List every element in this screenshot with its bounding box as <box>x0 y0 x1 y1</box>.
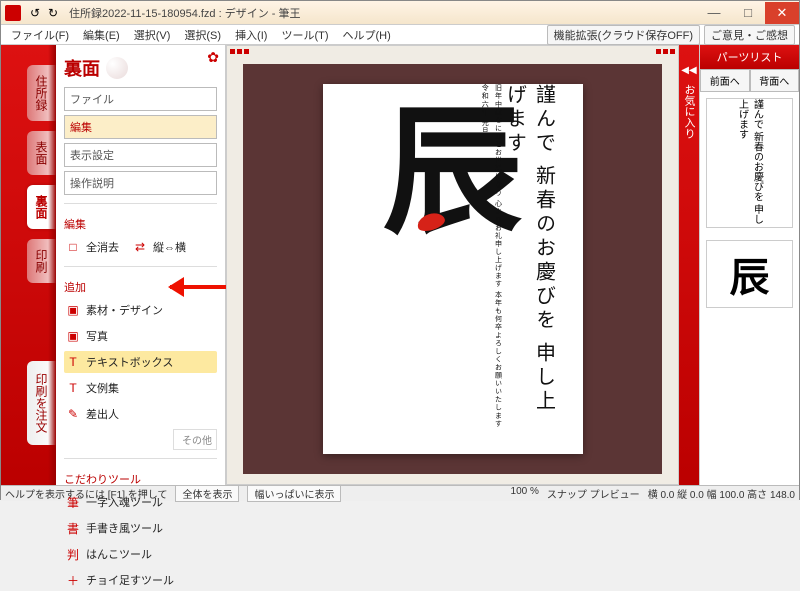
section-add: 追加 <box>64 279 217 295</box>
panel-box-help[interactable]: 操作説明 <box>64 171 217 195</box>
sub-text[interactable]: 旧年中はなにかとお世話になり 心よりお礼申し上げます 本年も何卒よろしくお願いい… <box>478 84 505 430</box>
gear-icon[interactable]: ✿ <box>207 49 219 66</box>
orientation-button[interactable]: ⇄縦⇔横 <box>131 236 188 258</box>
section-edit: 編集 <box>64 216 217 232</box>
trash-icon: □ <box>66 240 80 254</box>
menu-select[interactable]: 選択(S) <box>178 25 227 45</box>
canvas[interactable]: 辰 謹んで 新春のお慶びを 申し上げます 旧年中はなにかとお世話になり 心よりお… <box>243 64 662 474</box>
main-area: 住所録 表面 裏面 印刷 印刷を注文 ✿ 裏面 ファイル 編集 表示設定 操作説… <box>1 45 799 485</box>
undo-icon[interactable]: ↺ <box>27 5 43 21</box>
tool-ichiji[interactable]: 筆一字入魂ツール <box>64 491 217 513</box>
feedback-button[interactable]: ご意見・ご感想 <box>704 25 795 45</box>
sender-icon: ✎ <box>66 407 80 421</box>
quick-access: ↺ ↻ <box>27 5 61 21</box>
postcard[interactable]: 辰 謹んで 新春のお慶びを 申し上げます 旧年中はなにかとお世話になり 心よりお… <box>323 84 583 454</box>
canvas-area: 辰 謹んで 新春のお慶びを 申し上げます 旧年中はなにかとお世話になり 心よりお… <box>226 45 679 485</box>
parts-thumb-2[interactable]: 辰 <box>706 240 793 308</box>
minimize-button[interactable]: — <box>697 2 731 24</box>
menu-tool[interactable]: ツール(T) <box>275 25 334 45</box>
panel-box-edit[interactable]: 編集 <box>64 115 217 139</box>
close-button[interactable]: ✕ <box>765 2 799 24</box>
view-fit-width[interactable]: 幅いっぱいに表示 <box>247 485 341 502</box>
more-button[interactable]: その他 <box>173 429 217 450</box>
panel-box-display[interactable]: 表示設定 <box>64 143 217 167</box>
parts-thumb-1[interactable]: 謹んで 新春のお慶びを 申し上げます <box>706 98 793 228</box>
textbox-icon: T <box>66 355 80 369</box>
ext-button[interactable]: 機能拡張(クラウド保存OFF) <box>547 25 700 45</box>
bring-front-button[interactable]: 前面へ <box>700 69 750 92</box>
menu-bar: ファイル(F) 編集(E) 選択(V) 選択(S) 挿入(I) ツール(T) ヘ… <box>1 25 799 45</box>
panel-box-file[interactable]: ファイル <box>64 87 217 111</box>
maximize-button[interactable]: □ <box>731 2 765 24</box>
tab-front[interactable]: 表面 <box>27 131 56 175</box>
menu-edit[interactable]: 編集(E) <box>77 25 126 45</box>
greeting-text[interactable]: 謹んで 新春のお慶びを 申し上げます <box>501 84 559 430</box>
favorites-label: お気に入り <box>681 84 697 139</box>
menu-insert[interactable]: 挿入(I) <box>229 25 273 45</box>
coords-label: 横 0.0 縦 0.0 幅 100.0 高さ 148.0 <box>648 486 795 501</box>
menu-help[interactable]: ヘルプ(H) <box>337 25 397 45</box>
zoom-value: 100 % <box>511 486 539 501</box>
clear-all-button[interactable]: □全消去 <box>64 236 121 258</box>
tab-back[interactable]: 裏面 <box>27 185 56 229</box>
swap-icon: ⇄ <box>133 240 147 254</box>
left-panel: ✿ 裏面 ファイル 編集 表示設定 操作説明 編集 □全消去 ⇄縦⇔横 追加 ▣… <box>56 45 226 485</box>
mode-label: スナップ プレビュー <box>547 486 640 501</box>
chevron-left-icon[interactable]: ◀◀ <box>681 65 696 76</box>
section-tools: こだわりツール <box>64 471 217 487</box>
window-title: 住所録2022-11-15-180954.fzd : デザイン - 筆王 <box>69 5 301 21</box>
flower-icon <box>106 57 128 79</box>
parts-header: パーツリスト <box>700 45 799 69</box>
panel-title: 裏面 <box>64 55 217 81</box>
tab-print[interactable]: 印刷 <box>27 239 56 283</box>
order-print-button[interactable]: 印刷を注文 <box>27 361 56 445</box>
parts-panel: パーツリスト 前面へ 背面へ 謹んで 新春のお慶びを 申し上げます 辰 <box>699 45 799 485</box>
photo-icon: ▣ <box>66 329 80 343</box>
send-back-button[interactable]: 背面へ <box>750 69 800 92</box>
redo-icon[interactable]: ↻ <box>45 5 61 21</box>
phrase-icon: T <box>66 381 80 395</box>
favorites-strip[interactable]: ◀◀ お気に入り <box>679 45 699 485</box>
add-material[interactable]: ▣素材・デザイン <box>64 299 217 321</box>
app-icon <box>5 5 21 21</box>
menu-file[interactable]: ファイル(F) <box>5 25 75 45</box>
stamp-icon: 判 <box>66 547 80 561</box>
hand-icon: 書 <box>66 521 80 535</box>
add-sender[interactable]: ✎差出人 <box>64 403 217 425</box>
menu-view[interactable]: 選択(V) <box>128 25 177 45</box>
tool-handwrite[interactable]: 書手書き風ツール <box>64 517 217 539</box>
add-phrase[interactable]: T文例集 <box>64 377 217 399</box>
add-textbox[interactable]: Tテキストボックス <box>64 351 217 373</box>
title-bar: ↺ ↻ 住所録2022-11-15-180954.fzd : デザイン - 筆王… <box>1 1 799 25</box>
brush-icon: 筆 <box>66 495 80 509</box>
tool-hanko[interactable]: 判はんこツール <box>64 543 217 565</box>
tab-address[interactable]: 住所録 <box>27 65 56 121</box>
plus-icon: ＋ <box>66 573 80 587</box>
material-icon: ▣ <box>66 303 80 317</box>
side-ribbon: 住所録 表面 裏面 印刷 印刷を注文 <box>1 45 56 485</box>
add-photo[interactable]: ▣写真 <box>64 325 217 347</box>
tool-choitasu[interactable]: ＋チョイ足すツール <box>64 569 217 591</box>
window-buttons: — □ ✕ <box>697 2 799 24</box>
